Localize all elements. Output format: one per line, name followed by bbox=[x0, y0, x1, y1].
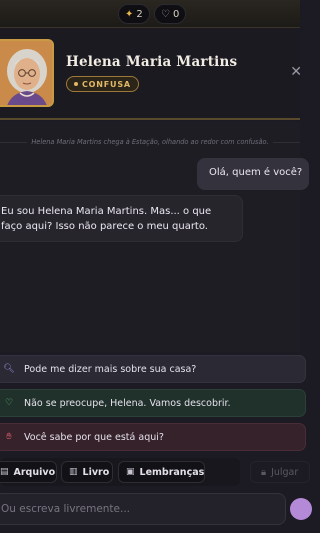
search-icon: 🔍︎ bbox=[3, 364, 15, 374]
close-icon[interactable]: ✕ bbox=[290, 64, 302, 80]
lock-icon: 🔒︎ bbox=[261, 466, 267, 478]
message-input-row bbox=[0, 493, 286, 525]
character-portrait bbox=[0, 39, 54, 107]
sparkle-icon: ✦ bbox=[125, 8, 134, 20]
message-input[interactable] bbox=[0, 494, 285, 524]
mood-dot-icon bbox=[74, 82, 78, 86]
suggestion-label: Você sabe por que está aqui? bbox=[24, 431, 164, 443]
archive-label: Arquivo bbox=[13, 466, 56, 478]
system-message-text: Helena Maria Martins chega à Estação, ol… bbox=[31, 138, 269, 146]
character-name: Helena Maria Martins bbox=[66, 54, 238, 70]
suggestion-button[interactable]: ♡ Não se preocupe, Helena. Vamos descobr… bbox=[0, 389, 306, 417]
send-button[interactable] bbox=[290, 498, 312, 520]
suggestion-label: Não se preocupe, Helena. Vamos descobrir… bbox=[24, 397, 231, 409]
box-icon: ▣ bbox=[126, 467, 135, 477]
user-message-bubble: Olá, quem é você? bbox=[197, 158, 309, 190]
book-icon: ▥ bbox=[69, 467, 78, 477]
suggestion-label: Pode me dizer mais sobre sua casa? bbox=[24, 363, 197, 375]
divider bbox=[0, 141, 28, 143]
chat-area[interactable]: Helena Maria Martins chega à Estação, ol… bbox=[0, 122, 309, 352]
book-button[interactable]: ▥ Livro bbox=[61, 461, 113, 483]
hand-icon: ✋︎ bbox=[6, 432, 12, 442]
memories-button[interactable]: ▣ Lembranças bbox=[118, 461, 205, 483]
judge-button[interactable]: 🔒︎ Julgar bbox=[250, 461, 310, 483]
npc-message-bubble: Eu sou Helena Maria Martins. Mas... o qu… bbox=[0, 195, 243, 242]
memories-label: Lembranças bbox=[139, 466, 205, 478]
divider bbox=[272, 141, 300, 143]
mood-badge: CONFUSA bbox=[66, 76, 139, 92]
character-header: Helena Maria Martins CONFUSA ✕ bbox=[0, 28, 302, 120]
heart-icon: ♡ bbox=[4, 398, 14, 408]
file-icon: ▤ bbox=[0, 467, 9, 477]
heart-outline-icon: ♡ bbox=[161, 8, 170, 20]
hearts-count: 0 bbox=[172, 8, 180, 20]
system-message: Helena Maria Martins chega à Estação, ol… bbox=[0, 138, 300, 146]
suggestion-button[interactable]: ✋︎ Você sabe por que está aqui? bbox=[0, 423, 306, 451]
suggestion-button[interactable]: 🔍︎ Pode me dizer mais sobre sua casa? bbox=[0, 355, 306, 383]
mood-label: CONFUSA bbox=[82, 79, 131, 89]
archive-button[interactable]: ▤ Arquivo bbox=[0, 461, 57, 483]
stars-counter: ✦ 2 bbox=[118, 4, 150, 24]
judge-label: Julgar bbox=[271, 466, 299, 478]
top-status-bar: ✦ 2 ♡ 0 bbox=[0, 0, 300, 28]
stars-count: 2 bbox=[136, 8, 143, 20]
hearts-counter: ♡ 0 bbox=[154, 4, 187, 24]
book-label: Livro bbox=[82, 466, 110, 478]
